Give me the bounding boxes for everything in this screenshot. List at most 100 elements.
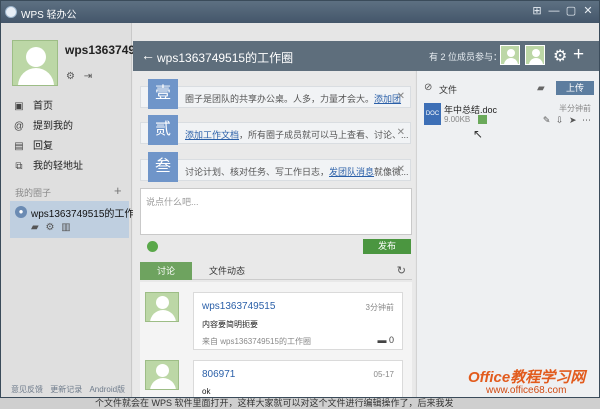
main-content: 壹 圈子是团队的共享办公桌。人多，力量才会大。添加团 ✕ 贰 添加工作文档，所有… <box>133 71 415 397</box>
avatar-body <box>18 68 54 85</box>
user-avatar[interactable] <box>12 40 58 86</box>
post-card: wps1363749515 3分钟前 内容要简明扼要 来自 wps1363749… <box>193 292 403 350</box>
upload-button[interactable]: 上传 <box>556 81 594 95</box>
link-icon: ⧉ <box>15 161 23 172</box>
file-time: 半分钟前 <box>559 104 591 113</box>
window-title: WPS 轻办公 <box>21 10 77 21</box>
circle-settings-icon[interactable]: ⚙ <box>553 46 567 66</box>
compose-input[interactable]: 说点什么吧... <box>140 188 412 235</box>
app-window: WPS 轻办公 ⊞ — ▢ ✕ wps1363749. ⚙ ⇥ ▣ 首页 @ 提… <box>0 0 600 398</box>
download-icon[interactable]: ⇩ <box>556 115 564 125</box>
tip-text: 添加工作文档，所有圈子成员就可以马上查看、讨论、... <box>185 130 409 140</box>
tab-discussion[interactable]: 讨论 <box>140 262 192 280</box>
article-text: 个文件就会在 WPS 软件里面打开，这样大家就可以对这个文件进行编辑操作了，后来… <box>95 398 454 408</box>
avatar[interactable] <box>145 292 179 322</box>
group-user-icon: ● <box>15 206 27 218</box>
tip-text: 圈子是团队的共享办公桌。人多，力量才会大。添加团 <box>185 94 402 104</box>
user-tools: ⚙ ⇥ <box>66 71 99 82</box>
post-time: 3分钟前 <box>365 303 394 312</box>
file-item[interactable]: DOC 年中总结.doc 9.00KB 半分钟前 ✎ ⇩ ➤ ⋯ <box>422 101 594 141</box>
group-item-selected[interactable]: ● wps1363749515的工作... ▰ ⚙ ▥ <box>10 201 143 238</box>
home-icon: ▣ <box>14 101 24 112</box>
site-watermark: Office教程学习网 www.office68.com <box>468 366 592 400</box>
back-arrow-icon[interactable]: ← <box>141 47 155 63</box>
comment-count[interactable]: ▬ 0 <box>377 335 394 345</box>
sidebar-item-label: 提到我的 <box>33 121 73 132</box>
files-panel: ⊘ 文件 ▰ 上传 DOC 年中总结.doc 9.00KB 半分钟前 ✎ ⇩ ➤… <box>416 71 599 397</box>
feed-list: wps1363749515 3分钟前 内容要简明扼要 来自 wps1363749… <box>140 282 412 397</box>
tip-link[interactable]: 发团队消息 <box>329 167 374 177</box>
sidebar-item-home[interactable]: ▣ 首页 <box>1 97 131 117</box>
title-bar: WPS 轻办公 ⊞ — ▢ ✕ <box>1 1 599 23</box>
close-icon[interactable]: ✕ <box>397 164 405 175</box>
tip-card: 壹 圈子是团队的共享办公桌。人多，力量才会大。添加团 ✕ <box>140 79 411 109</box>
edit-icon[interactable]: ✎ <box>543 115 551 125</box>
tip-link[interactable]: 添加工作文档 <box>185 130 239 140</box>
tip-text: 讨论计划、核对任务、写工作日志，发团队消息就像微... <box>185 167 409 177</box>
avatar-head <box>26 47 46 67</box>
logout-icon[interactable]: ⇥ <box>84 71 95 82</box>
sidebar-item-my-links[interactable]: ⧉ 我的轻地址 <box>1 157 131 177</box>
add-group-button[interactable]: + <box>114 183 122 198</box>
feed-tabs: 讨论 文件动态 ↻ <box>140 262 412 280</box>
doc-file-icon: DOC <box>424 103 441 125</box>
folder-icon[interactable]: ▰ <box>31 222 39 233</box>
sidebar-item-label: 我的轻地址 <box>33 161 83 172</box>
android-link[interactable]: Android版 <box>89 385 125 394</box>
close-button[interactable]: ✕ <box>580 4 596 18</box>
tip-card: 贰 添加工作文档，所有圈子成员就可以马上查看、讨论、... ✕ <box>140 115 411 145</box>
post-source[interactable]: 来自 wps1363749515的工作圈 <box>202 336 311 347</box>
post-author[interactable]: 806971 <box>202 369 235 380</box>
close-icon[interactable]: ✕ <box>397 91 405 102</box>
group-section-label: 我的圈子 <box>15 188 52 198</box>
trash-icon[interactable]: ▥ <box>61 222 70 233</box>
publish-button[interactable]: 发布 <box>363 239 411 254</box>
emoji-icon[interactable] <box>147 241 158 252</box>
share-icon[interactable]: ➤ <box>569 115 577 125</box>
settings-icon[interactable]: ⚙ <box>66 71 77 82</box>
refresh-icon[interactable]: ↻ <box>397 264 406 277</box>
tip-number: 壹 <box>148 79 178 109</box>
sidebar-item-mentions[interactable]: @ 提到我的 <box>1 117 131 137</box>
sidebar-item-reply[interactable]: ▤ 回复 <box>1 137 131 157</box>
member-avatar[interactable] <box>500 45 520 65</box>
add-member-icon[interactable]: + <box>573 44 584 66</box>
username[interactable]: wps1363749. <box>65 43 138 57</box>
skin-button[interactable]: ⊞ <box>529 4 545 18</box>
reply-icon: ▤ <box>14 141 24 152</box>
sidebar-footer: 意见反馈 更新记录 Android版 <box>11 384 130 395</box>
tip-card: 叁 讨论计划、核对任务、写工作日志，发团队消息就像微... ✕ <box>140 152 411 182</box>
file-status-badge <box>478 115 487 124</box>
comment-icon: ▬ <box>377 335 387 345</box>
avatar[interactable] <box>145 360 179 390</box>
app-logo-icon <box>5 6 17 18</box>
tab-file-activity[interactable]: 文件动态 <box>202 262 252 280</box>
close-icon[interactable]: ✕ <box>397 127 405 138</box>
post-body: ok <box>202 387 211 396</box>
group-settings-icon[interactable]: ⚙ <box>45 222 54 233</box>
folder-icon[interactable]: ▰ <box>537 83 545 94</box>
sidebar-item-label: 首页 <box>33 101 53 112</box>
at-icon: @ <box>13 121 25 132</box>
sidebar-item-label: 回复 <box>33 141 53 152</box>
file-size: 9.00KB <box>444 115 471 124</box>
circle-header: ← wps1363749515的工作圈 有 2 位成员参与： ⚙ + <box>133 41 599 71</box>
post-author[interactable]: wps1363749515 <box>202 301 275 312</box>
tip-number: 贰 <box>148 115 178 145</box>
group-name: wps1363749515的工作... <box>31 209 143 220</box>
sidebar-nav: ▣ 首页 @ 提到我的 ▤ 回复 ⧉ 我的轻地址 <box>1 97 131 177</box>
post-body: 内容要简明扼要 <box>202 320 258 329</box>
changelog-link[interactable]: 更新记录 <box>50 385 82 394</box>
minimize-button[interactable]: — <box>546 4 562 18</box>
post-card: 806971 05-17 ok <box>193 360 403 397</box>
compose-placeholder: 说点什么吧... <box>146 197 199 207</box>
more-icon[interactable]: ⋯ <box>582 115 591 125</box>
list-item: 806971 05-17 ok <box>145 360 407 397</box>
watermark-title: Office教程学习网 <box>468 369 586 386</box>
files-header: ⊘ 文件 ▰ 上传 <box>417 80 599 98</box>
feedback-link[interactable]: 意见反馈 <box>11 385 43 394</box>
members-label: 有 2 位成员参与： <box>429 52 503 62</box>
tip-number: 叁 <box>148 152 178 182</box>
member-avatar[interactable] <box>525 45 545 65</box>
maximize-button[interactable]: ▢ <box>563 4 579 18</box>
